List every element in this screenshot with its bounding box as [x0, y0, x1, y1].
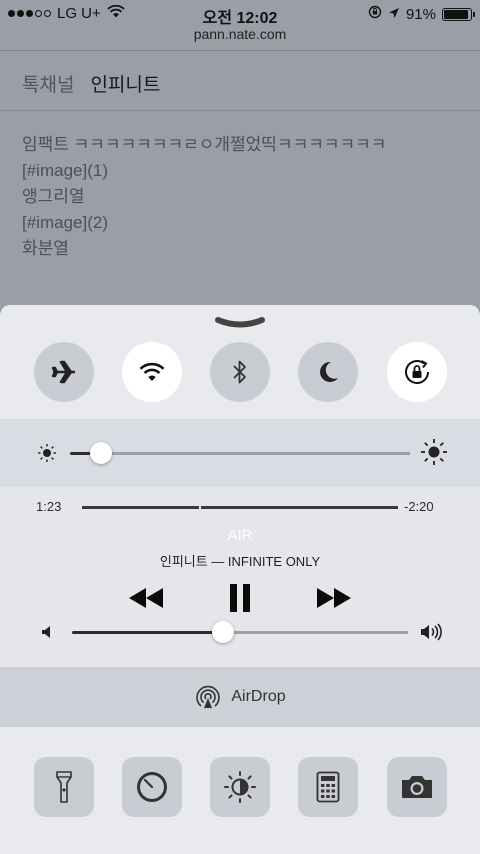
rewind-button[interactable] — [125, 581, 167, 615]
breadcrumb-channel-link[interactable]: 톡채널 — [22, 70, 74, 97]
do-not-disturb-toggle[interactable] — [298, 342, 358, 402]
connectivity-toggles — [0, 342, 480, 404]
rotation-lock-icon — [405, 360, 429, 384]
slider-remaining-track — [223, 631, 408, 634]
status-bar: LG U+ 오전 12:02 91% — [0, 0, 480, 27]
battery-icon — [442, 7, 475, 21]
brightness-control — [0, 419, 480, 487]
background-web-page: LG U+ 오전 12:02 91% pann.nate.com 톡채널 인피니… — [0, 0, 480, 310]
volume-slider[interactable] — [72, 621, 408, 643]
breadcrumb: 톡채널 인피니트 — [22, 70, 160, 97]
wifi-icon — [139, 362, 165, 381]
battery-percent: 91% — [405, 5, 436, 23]
rewind-icon — [129, 588, 163, 608]
bluetooth-icon — [233, 360, 246, 384]
night-shift-button[interactable] — [210, 757, 270, 817]
fast-forward-button[interactable] — [313, 581, 355, 615]
now-playing: 1:23 -2:20 AIR 인피니트 — INFINITE ONLY — [0, 487, 480, 667]
playback-scrubber[interactable] — [82, 506, 398, 509]
track-title: AIR — [227, 527, 253, 544]
airdrop-button[interactable]: AirDrop — [0, 667, 480, 727]
brightness-low-icon — [38, 444, 56, 462]
airplane-icon — [51, 360, 75, 384]
volume-low-icon — [42, 626, 50, 638]
flashlight-icon — [56, 771, 72, 803]
address-bar-url[interactable]: pann.nate.com — [0, 26, 480, 42]
timer-icon — [137, 772, 167, 802]
brightness-slider[interactable] — [70, 442, 410, 464]
volume-control — [0, 617, 480, 647]
post-line: 임팩트 ㅋㅋㅋㅋㅋㅋㅋㄹㅇ개쩔었띡ㅋㅋㅋㅋㅋㅋㅋ — [22, 135, 387, 154]
playback-controls — [0, 581, 480, 615]
bluetooth-toggle[interactable] — [210, 342, 270, 402]
pause-button[interactable] — [220, 581, 260, 615]
moon-icon — [320, 361, 338, 382]
post-line: [#image](2) — [22, 213, 108, 232]
flashlight-button[interactable] — [34, 757, 94, 817]
night-shift-icon — [224, 771, 256, 803]
airplane-mode-toggle[interactable] — [34, 342, 94, 402]
divider — [0, 50, 480, 51]
post-body: 임팩트 ㅋㅋㅋㅋㅋㅋㅋㄹㅇ개쩔었띡ㅋㅋㅋㅋㅋㅋㅋ [#image](1) 앵그리… — [22, 132, 470, 262]
track-artist-album: 인피니트 — INFINITE ONLY — [159, 554, 321, 569]
post-line: 앵그리열 — [22, 187, 85, 206]
brightness-slider-knob[interactable] — [89, 442, 112, 464]
brightness-high-icon — [421, 439, 447, 465]
remaining-time: -2:20 — [404, 499, 434, 514]
calculator-icon — [316, 771, 340, 803]
timer-button[interactable] — [122, 757, 182, 817]
wifi-toggle[interactable] — [122, 342, 182, 402]
slider-remaining-track — [100, 452, 410, 455]
camera-icon — [402, 776, 432, 798]
airdrop-label: AirDrop — [231, 688, 286, 705]
volume-slider-knob[interactable] — [212, 621, 235, 643]
rotation-lock-toggle[interactable] — [387, 342, 447, 402]
camera-button[interactable] — [387, 757, 447, 817]
divider — [0, 110, 480, 111]
post-line: 화분열 — [22, 239, 69, 258]
elapsed-time: 1:23 — [36, 499, 62, 514]
playback-position-marker[interactable] — [198, 506, 201, 509]
control-center: 1:23 -2:20 AIR 인피니트 — INFINITE ONLY AirD… — [0, 305, 480, 854]
shortcut-buttons — [0, 727, 480, 854]
rotation-lock-status-icon — [368, 5, 382, 23]
volume-high-icon — [421, 623, 442, 641]
calculator-button[interactable] — [298, 757, 358, 817]
pause-icon — [230, 584, 250, 612]
page-title: 인피니트 — [90, 75, 161, 96]
post-line: [#image](1) — [22, 161, 108, 180]
location-arrow-icon — [388, 6, 400, 23]
grabber-handle-icon[interactable] — [214, 315, 266, 331]
fast-forward-icon — [317, 588, 351, 608]
airdrop-icon — [196, 685, 221, 708]
